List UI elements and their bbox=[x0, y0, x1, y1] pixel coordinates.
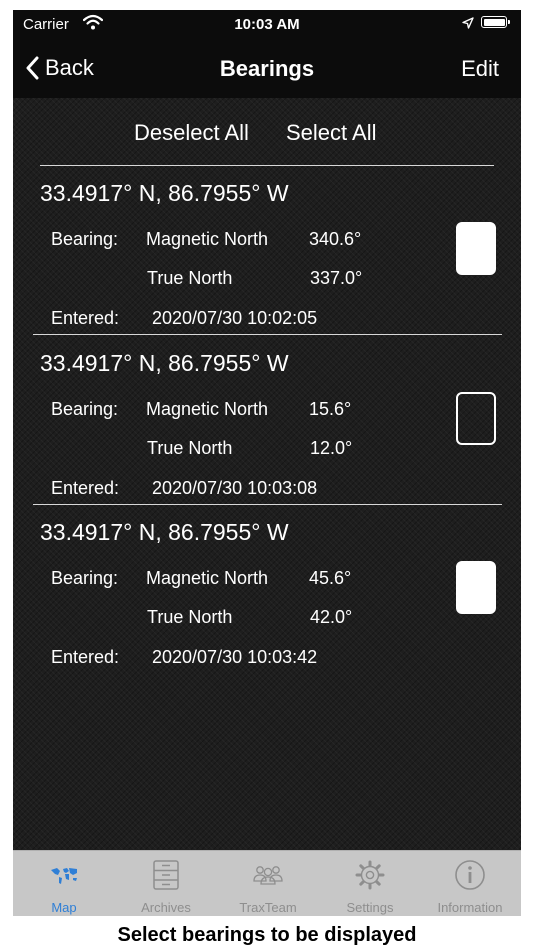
location-arrow-icon bbox=[462, 17, 474, 29]
status-bar: Carrier 10:03 AM bbox=[13, 10, 521, 38]
info-icon bbox=[455, 860, 485, 890]
entered-timestamp: 2020/07/30 10:02:05 bbox=[152, 308, 318, 328]
status-time: 10:03 AM bbox=[234, 16, 300, 33]
magnetic-bearing-value: 340.6° bbox=[309, 229, 362, 249]
divider bbox=[33, 504, 502, 505]
tab-label: Map bbox=[51, 900, 77, 915]
entered-timestamp: 2020/07/30 10:03:42 bbox=[152, 647, 318, 667]
tab-map[interactable]: Map bbox=[13, 851, 115, 916]
entered-label: Entered: bbox=[51, 647, 120, 667]
divider bbox=[33, 334, 502, 335]
entered-timestamp: 2020/07/30 10:03:08 bbox=[152, 478, 318, 498]
select-checkbox[interactable] bbox=[456, 222, 496, 275]
selection-controls: Deselect All Select All bbox=[13, 114, 521, 150]
coordinates: 33.4917° N, 86.7955° W bbox=[40, 180, 289, 206]
bearing-label: Bearing: bbox=[51, 399, 119, 419]
navigation-bar: Back Bearings Edit bbox=[13, 38, 521, 98]
magnetic-north-label: Magnetic North bbox=[146, 229, 269, 249]
bearing-label: Bearing: bbox=[51, 568, 119, 588]
divider bbox=[40, 165, 494, 166]
bearing-entry: 33.4917° N, 86.7955° W Bearing: Magnetic… bbox=[13, 507, 521, 677]
select-checkbox[interactable] bbox=[456, 561, 496, 614]
tab-bar: Map Archives TraxTeam Settings Informati… bbox=[13, 850, 521, 916]
magnetic-bearing-value: 15.6° bbox=[309, 399, 352, 419]
magnetic-north-label: Magnetic North bbox=[146, 568, 269, 588]
people-group-icon bbox=[253, 866, 283, 885]
tab-label: Archives bbox=[141, 900, 191, 915]
deselect-all-button[interactable]: Deselect All bbox=[134, 120, 249, 146]
tab-label: Settings bbox=[346, 900, 394, 915]
entered-label: Entered: bbox=[51, 308, 120, 328]
tab-traxteam[interactable]: TraxTeam bbox=[217, 851, 319, 916]
tab-label: Information bbox=[437, 900, 503, 915]
tab-archives[interactable]: Archives bbox=[115, 851, 217, 916]
true-north-label: True North bbox=[147, 438, 233, 458]
edit-button[interactable]: Edit bbox=[461, 56, 499, 82]
bearing-entry: 33.4917° N, 86.7955° W Bearing: Magnetic… bbox=[13, 168, 521, 338]
gear-icon bbox=[355, 860, 385, 890]
coordinates: 33.4917° N, 86.7955° W bbox=[40, 350, 289, 376]
magnetic-north-label: Magnetic North bbox=[146, 399, 269, 419]
select-all-button[interactable]: Select All bbox=[286, 120, 377, 146]
world-map-icon bbox=[51, 868, 77, 884]
battery-icon bbox=[481, 16, 510, 28]
tab-settings[interactable]: Settings bbox=[319, 851, 421, 916]
caption: Select bearings to be displayed bbox=[117, 924, 417, 946]
file-cabinet-icon bbox=[153, 860, 179, 890]
phone-screen: Carrier 10:03 AM Back Bearings Edit Dese… bbox=[13, 10, 521, 916]
true-bearing-value: 42.0° bbox=[310, 607, 353, 627]
magnetic-bearing-value: 45.6° bbox=[309, 568, 352, 588]
true-north-label: True North bbox=[147, 607, 233, 627]
page-title: Bearings bbox=[219, 56, 315, 81]
true-bearing-value: 337.0° bbox=[310, 268, 363, 288]
select-checkbox[interactable] bbox=[456, 392, 496, 445]
coordinates: 33.4917° N, 86.7955° W bbox=[40, 519, 289, 545]
tab-information[interactable]: Information bbox=[419, 851, 521, 916]
bearing-entry: 33.4917° N, 86.7955° W Bearing: Magnetic… bbox=[13, 338, 521, 508]
true-north-label: True North bbox=[147, 268, 233, 288]
tab-label: TraxTeam bbox=[239, 900, 297, 915]
true-bearing-value: 12.0° bbox=[310, 438, 353, 458]
bearing-label: Bearing: bbox=[51, 229, 119, 249]
entered-label: Entered: bbox=[51, 478, 120, 498]
